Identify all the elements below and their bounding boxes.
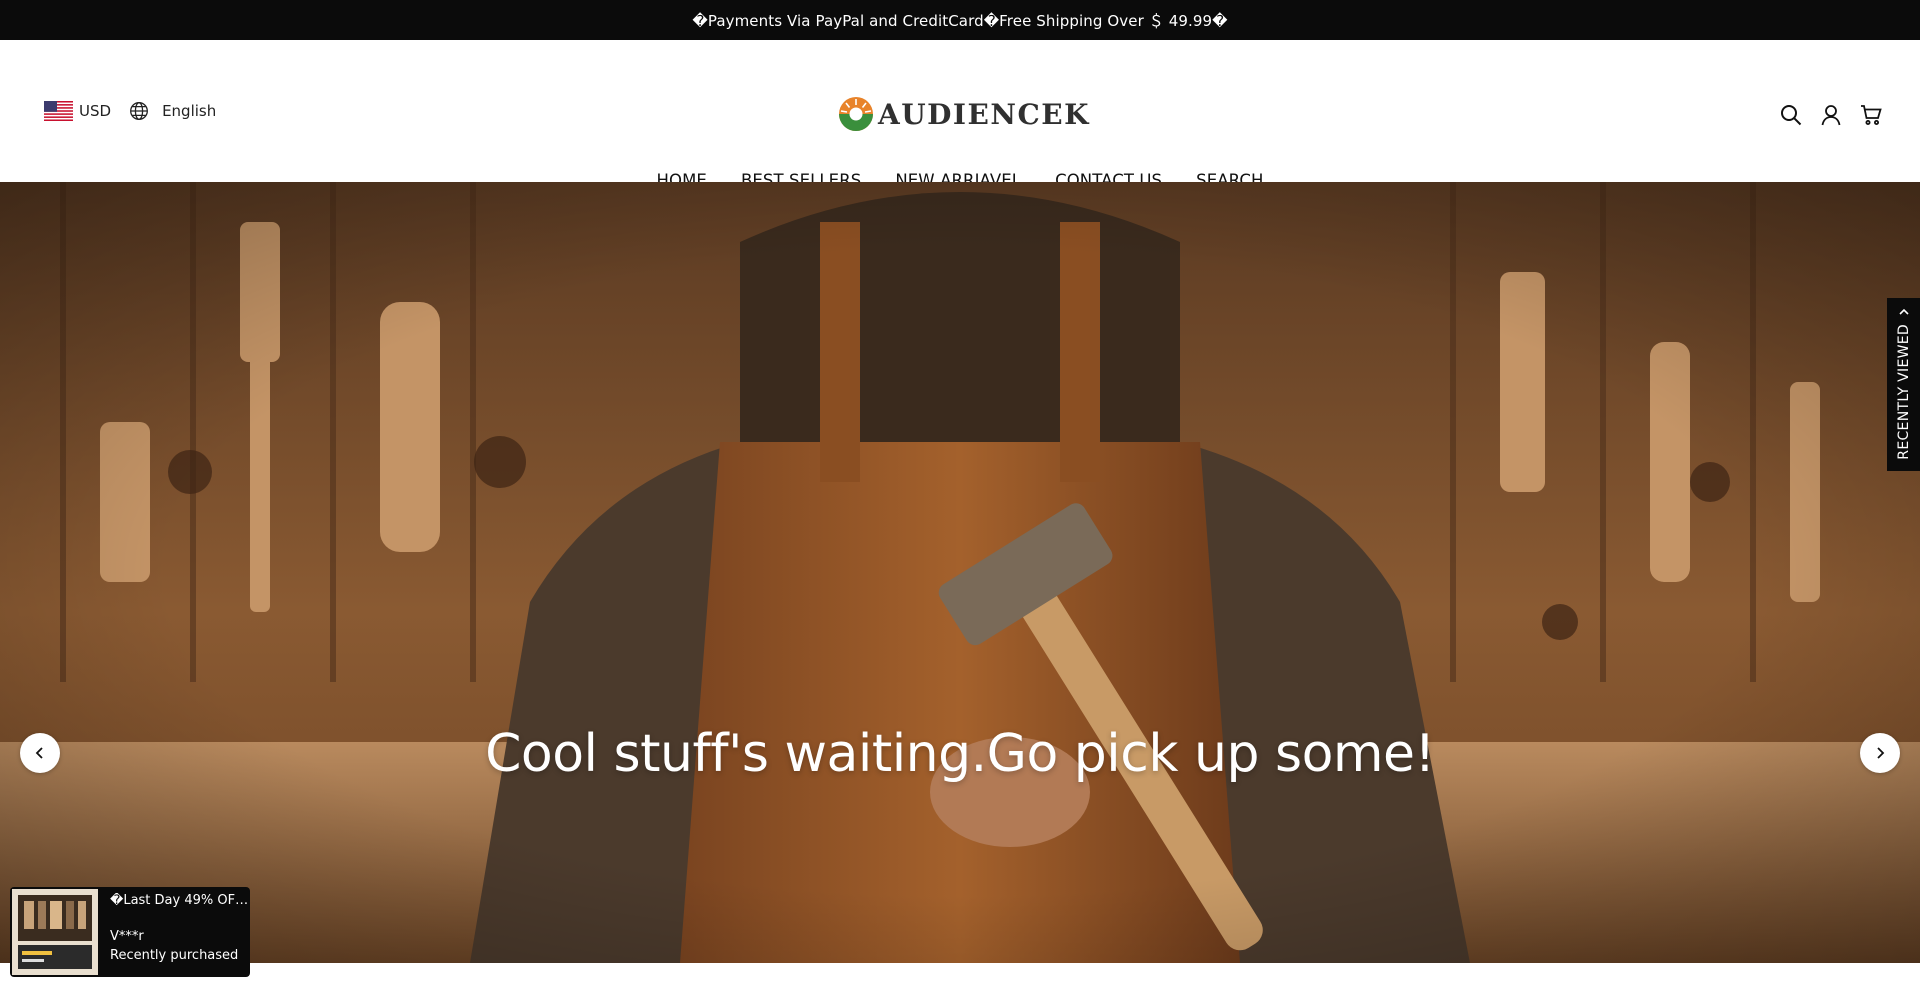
locale-selector: USD English (44, 101, 216, 121)
announcement-bar: �Payments Via PayPal and CreditCard�Free… (0, 0, 1920, 40)
product-thumbnail (12, 889, 98, 975)
slide-next-button[interactable] (1860, 733, 1900, 773)
us-flag-icon (44, 101, 73, 121)
site-header: USD English AUDIENCEK HOME BEST SELLERS … (0, 40, 1920, 190)
hero-slideshow: Cool stuff's waiting.Go pick up some! (0, 182, 1920, 963)
language-label: English (162, 102, 217, 120)
purchase-product-title: �Last Day 49% OFF ... (110, 893, 250, 908)
announcement-text: �Payments Via PayPal and CreditCard�Free… (692, 11, 1228, 30)
language-selector[interactable]: English (129, 101, 216, 121)
recently-viewed-tab[interactable]: RECENTLY VIEWED (1887, 298, 1920, 471)
hero-title: Cool stuff's waiting.Go pick up some! (485, 724, 1435, 784)
recently-viewed-label: RECENTLY VIEWED (1895, 324, 1912, 460)
chevron-left-icon (35, 747, 43, 759)
slide-prev-button[interactable] (20, 733, 60, 773)
header-actions (1764, 102, 1884, 128)
account-icon (1821, 105, 1841, 126)
purchase-notification[interactable]: �Last Day 49% OFF ... V***r Recently pur… (10, 887, 250, 977)
account-button[interactable] (1818, 102, 1844, 128)
search-icon (1781, 105, 1802, 126)
currency-selector[interactable]: USD (44, 101, 111, 121)
purchase-buyer: V***r (110, 929, 144, 944)
purchase-status: Recently purchased (110, 948, 239, 963)
logo-mark-icon (839, 97, 873, 131)
chevron-up-icon (1898, 308, 1909, 315)
cart-icon (1861, 105, 1882, 125)
cart-button[interactable] (1858, 102, 1884, 128)
purchase-notification-text: �Last Day 49% OFF ... V***r Recently pur… (100, 887, 250, 977)
globe-icon (130, 102, 149, 120)
currency-label: USD (79, 102, 112, 120)
search-button[interactable] (1778, 102, 1804, 128)
site-logo[interactable]: AUDIENCEK (838, 96, 1090, 132)
chevron-right-icon (1877, 747, 1885, 759)
hero-image (0, 182, 1920, 963)
logo-text: AUDIENCEK (878, 97, 1090, 131)
